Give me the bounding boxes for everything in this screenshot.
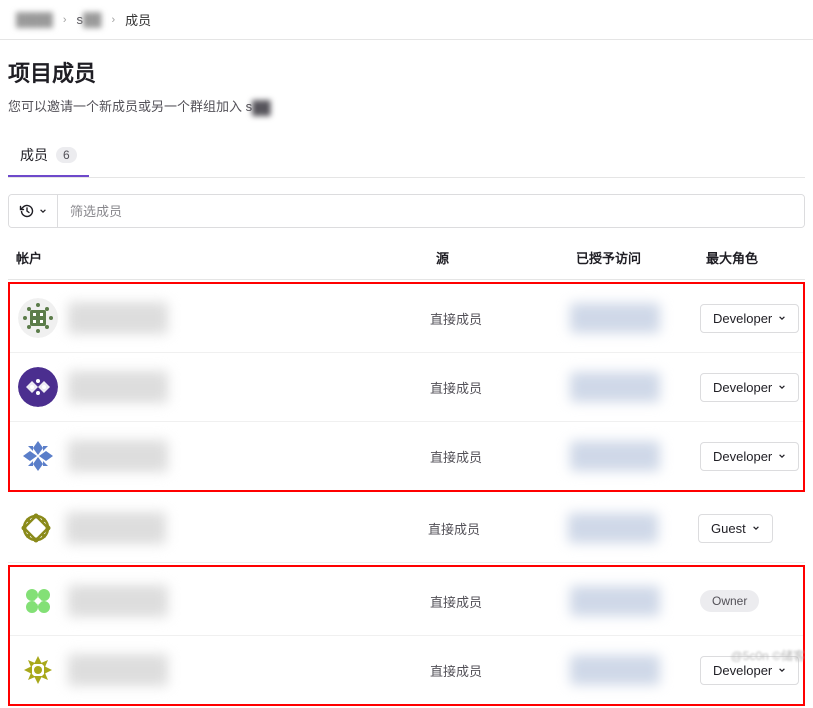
column-account[interactable]: 帐户: [16, 248, 436, 267]
member-row: 直接成员 Owner: [10, 567, 803, 636]
member-access: [570, 586, 700, 616]
role-select[interactable]: Developer: [700, 373, 799, 402]
role-value: Developer: [713, 380, 772, 395]
member-info: [58, 371, 430, 403]
avatar[interactable]: [18, 650, 58, 690]
column-access[interactable]: 已授予访问: [576, 248, 706, 267]
avatar[interactable]: [18, 581, 58, 621]
role-value: Developer: [713, 311, 772, 326]
chevron-down-icon: [778, 452, 786, 460]
role-value: Guest: [711, 521, 746, 536]
member-access: [568, 513, 698, 543]
tabs: 成员 6: [8, 135, 805, 178]
page-subtitle: 您可以邀请一个新成员或另一个群组加入 s██: [8, 96, 805, 115]
members-count-badge: 6: [56, 147, 77, 163]
role-select[interactable]: Guest: [698, 514, 773, 543]
role-badge: Owner: [700, 590, 759, 612]
member-row: 直接成员 Developer: [10, 636, 803, 704]
highlight-annotation: 直接成员 Developer 直接成员 Developer 直接成员 Devel…: [8, 282, 805, 492]
avatar[interactable]: [18, 298, 58, 338]
member-role: Developer: [700, 373, 799, 402]
member-row: 直接成员 Developer: [10, 422, 803, 490]
column-source[interactable]: 源: [436, 248, 576, 267]
tab-members[interactable]: 成员 6: [8, 135, 89, 177]
tab-members-label: 成员: [20, 145, 48, 165]
member-role: Owner: [700, 590, 795, 612]
breadcrumb-item-1[interactable]: ████: [16, 12, 53, 27]
member-source: 直接成员: [428, 519, 568, 538]
member-access: [570, 303, 700, 333]
member-info: [58, 654, 430, 686]
highlight-annotation: 直接成员 Owner 直接成员 Developer: [8, 565, 805, 706]
history-filter-button[interactable]: [9, 195, 58, 227]
member-info: [58, 585, 430, 617]
chevron-down-icon: [39, 207, 47, 215]
chevron-down-icon: [752, 524, 760, 532]
role-select[interactable]: Developer: [700, 442, 799, 471]
member-source: 直接成员: [430, 447, 570, 466]
member-role: Developer: [700, 304, 799, 333]
member-info: [56, 512, 428, 544]
member-access: [570, 372, 700, 402]
avatar[interactable]: [18, 367, 58, 407]
filter-members-input[interactable]: [58, 195, 804, 227]
avatar[interactable]: [18, 436, 58, 476]
member-info: [58, 440, 430, 472]
member-source: 直接成员: [430, 378, 570, 397]
table-header: 帐户 源 已授予访问 最大角色: [8, 236, 805, 280]
history-icon: [19, 203, 35, 219]
member-source: 直接成员: [430, 309, 570, 328]
member-source: 直接成员: [430, 661, 570, 680]
avatar[interactable]: [16, 508, 56, 548]
role-value: Developer: [713, 449, 772, 464]
member-access: [570, 441, 700, 471]
watermark: @5c0n ©储客: [731, 647, 805, 664]
chevron-right-icon: ›: [63, 14, 67, 26]
member-row: 直接成员 Developer: [10, 284, 803, 353]
chevron-right-icon: ›: [111, 14, 115, 26]
chevron-down-icon: [778, 314, 786, 322]
member-source: 直接成员: [430, 592, 570, 611]
column-max-role[interactable]: 最大角色: [706, 248, 797, 267]
chevron-down-icon: [778, 666, 786, 674]
member-access: [570, 655, 700, 685]
page-title: 项目成员: [8, 56, 805, 88]
chevron-down-icon: [778, 383, 786, 391]
breadcrumb: ████ › s██ › 成员: [0, 0, 813, 39]
member-info: [58, 302, 430, 334]
breadcrumb-item-3[interactable]: 成员: [125, 10, 151, 29]
member-role: Developer: [700, 442, 799, 471]
role-select[interactable]: Developer: [700, 304, 799, 333]
filter-bar: [8, 194, 805, 228]
breadcrumb-item-2[interactable]: s██: [77, 12, 102, 27]
member-row: 直接成员 Developer: [10, 353, 803, 422]
member-row: 直接成员 Guest: [8, 494, 805, 563]
role-value: Developer: [713, 663, 772, 678]
member-role: Guest: [698, 514, 797, 543]
